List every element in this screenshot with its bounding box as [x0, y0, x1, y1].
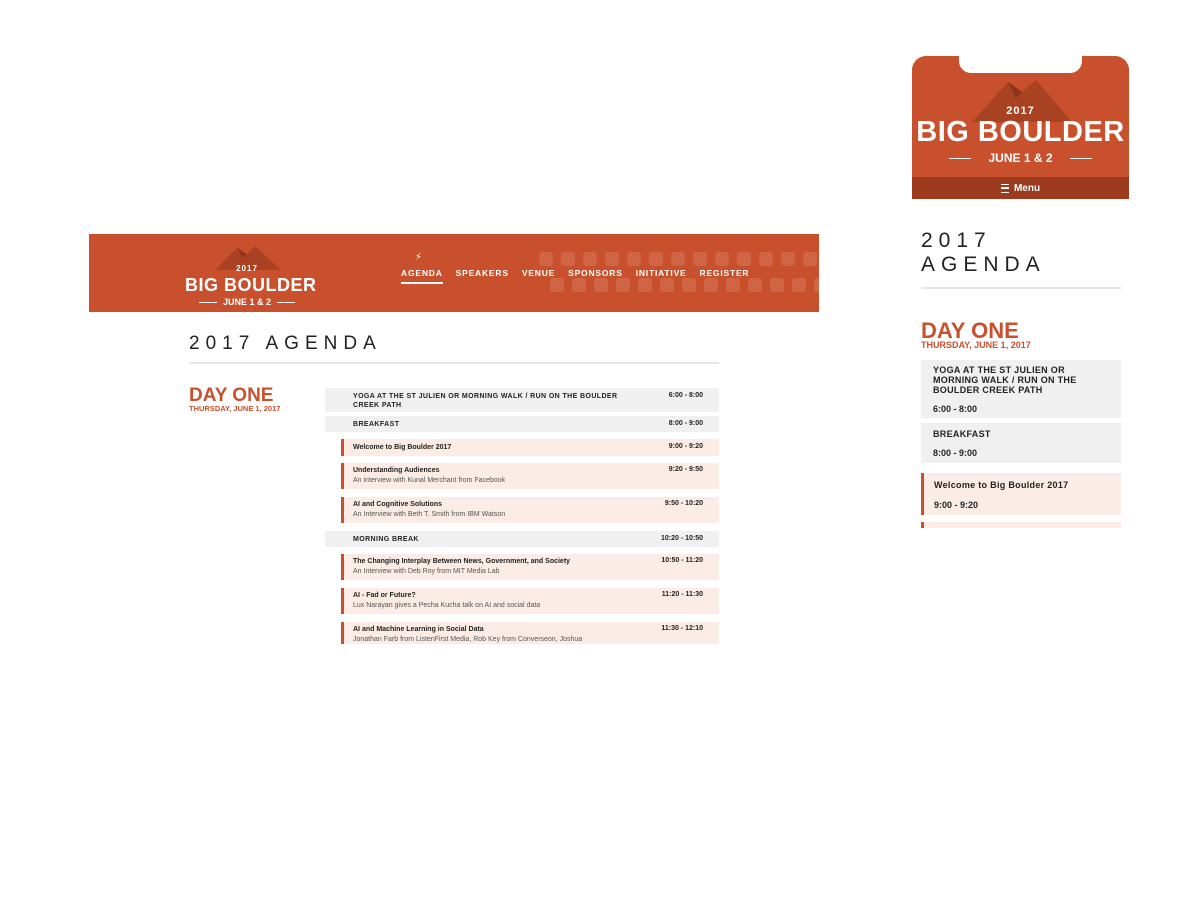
session-time: 11:30 - 12:10 [661, 625, 703, 632]
social-background-icon [814, 278, 819, 292]
session-title: Welcome to Big Boulder 2017 [934, 480, 1069, 490]
schedule-row[interactable]: Welcome to Big Boulder 2017 9:00 - 9:20 [341, 439, 719, 456]
desktop-header: 2017 BIG BOULDER JUNE 1 & 2 ⚡ AGENDA SPE… [89, 234, 819, 312]
session-title: Understanding Audiences [353, 467, 440, 474]
logo-dates: JUNE 1 & 2 [988, 151, 1053, 165]
logo-rule-right [1070, 158, 1092, 159]
logo-rule-right [277, 302, 295, 303]
session-title: MORNING BREAK [353, 536, 419, 543]
social-background-icon [759, 252, 773, 266]
hamburger-icon [1000, 183, 1009, 193]
social-background-icon [803, 252, 817, 266]
session-time: 9:50 - 10:20 [664, 500, 703, 507]
social-background-icon [605, 252, 619, 266]
social-background-icon [715, 252, 729, 266]
nav-register[interactable]: REGISTER [700, 268, 750, 282]
session-time: 10:50 - 11:20 [661, 557, 703, 564]
session-time: 10:20 - 10:50 [660, 535, 703, 542]
session-subtitle: An Interview with Deb Roy from MIT Media… [353, 568, 500, 575]
session-subtitle: Lux Narayan gives a Pecha Kucha talk on … [353, 602, 541, 609]
session-subtitle: An Interview with Beth T. Smith from IBM… [353, 511, 506, 518]
mobile-title-line2: AGENDA [921, 253, 1046, 276]
session-time: 9:00 - 9:20 [668, 443, 703, 450]
social-background-icon [583, 252, 597, 266]
logo-rule-left [199, 302, 217, 303]
social-background-icon [693, 252, 707, 266]
social-background-icon [671, 252, 685, 266]
session-time: 8:00 - 9:00 [668, 420, 703, 427]
session-subtitle: Jonathan Farb from ListenFirst Media, Ro… [353, 636, 583, 643]
mobile-schedule-card[interactable]: YOGA AT THE ST JULIEN OR MORNING WALK / … [921, 360, 1121, 418]
social-background-icon [539, 252, 553, 266]
nav-speakers[interactable]: SPEAKERS [456, 268, 509, 282]
logo-rule-left [949, 158, 971, 159]
logo-name: BIG BOULDER [185, 275, 317, 295]
menu-label: Menu [1013, 182, 1041, 194]
schedule-row[interactable]: MORNING BREAK 10:20 - 10:50 [325, 531, 719, 547]
session-subtitle: An interview with Kunal Merchant from Fa… [353, 477, 506, 484]
schedule-row[interactable]: BREAKFAST 8:00 - 9:00 [325, 416, 719, 432]
session-title: Welcome to Big Boulder 2017 [353, 444, 452, 451]
session-time: 8:00 - 9:00 [933, 448, 978, 458]
session-title: AI and Cognitive Solutions [353, 501, 443, 508]
social-background-icon [627, 252, 641, 266]
session-time: 9:20 - 9:50 [668, 466, 703, 473]
social-background-icon [561, 252, 575, 266]
mobile-agenda-schedule: YOGA AT THE ST JULIEN OR MORNING WALK / … [921, 360, 1121, 528]
session-title: YOGA AT THE ST JULIEN OR MORNING WALK / … [353, 393, 618, 409]
session-time: 6:00 - 8:00 [668, 392, 703, 399]
session-title: AI - Fad or Future? [353, 592, 416, 599]
day-date: THURSDAY, JUNE 1, 2017 [189, 404, 281, 413]
session-time: 11:20 - 11:30 [661, 591, 703, 598]
lightning-icon: ⚡ [415, 252, 423, 263]
social-background-icon [792, 278, 806, 292]
phone-notch [959, 56, 1082, 73]
mobile-schedule-card-partial[interactable] [921, 522, 1121, 528]
agenda-schedule: YOGA AT THE ST JULIEN OR MORNING WALK / … [325, 388, 719, 644]
social-background-icon [748, 278, 762, 292]
mobile-schedule-card[interactable]: BREAKFAST 8:00 - 9:00 [921, 423, 1121, 463]
session-title: BREAKFAST [933, 429, 991, 439]
logo-name: BIG BOULDER [916, 116, 1125, 148]
menu-button[interactable]: Menu [912, 177, 1129, 199]
session-title: The Changing Interplay Between News, Gov… [353, 558, 571, 565]
nav-agenda[interactable]: AGENDA [401, 268, 443, 284]
mobile-header: 2017 BIG BOULDER JUNE 1 & 2 Menu [912, 56, 1129, 199]
mobile-logo[interactable]: 2017 BIG BOULDER JUNE 1 & 2 [912, 72, 1129, 176]
session-title: AI and Machine Learning in Social Data [353, 626, 484, 633]
session-title: BREAKFAST [353, 421, 400, 428]
session-time: 9:00 - 9:20 [934, 500, 979, 510]
logo-year: 2017 [236, 264, 258, 273]
mobile-title-line1: 2017 [921, 229, 992, 252]
page-title: 2017 AGENDA [189, 333, 382, 354]
schedule-row[interactable]: AI and Machine Learning in Social Data J… [341, 622, 719, 644]
schedule-row[interactable]: AI - Fad or Future? Lux Narayan gives a … [341, 588, 719, 614]
social-background-icon [737, 252, 751, 266]
schedule-row[interactable]: YOGA AT THE ST JULIEN OR MORNING WALK / … [325, 388, 719, 412]
mobile-title-divider [921, 287, 1121, 289]
schedule-row[interactable]: The Changing Interplay Between News, Gov… [341, 554, 719, 580]
mobile-schedule-card[interactable]: Welcome to Big Boulder 2017 9:00 - 9:20 [921, 473, 1121, 515]
social-background-icon [781, 252, 795, 266]
mobile-day-date: THURSDAY, JUNE 1, 2017 [921, 340, 1031, 350]
nav-venue[interactable]: VENUE [522, 268, 555, 282]
social-background-icon [649, 252, 663, 266]
schedule-row[interactable]: AI and Cognitive Solutions An Interview … [341, 497, 719, 523]
schedule-row[interactable]: Understanding Audiences An interview wit… [341, 463, 719, 489]
main-nav: AGENDA SPEAKERS VENUE SPONSORS INITIATIV… [401, 268, 750, 284]
nav-initiative[interactable]: INITIATIVE [636, 268, 687, 282]
nav-sponsors[interactable]: SPONSORS [568, 268, 623, 282]
desktop-logo[interactable]: 2017 BIG BOULDER JUNE 1 & 2 [185, 240, 317, 307]
session-time: 6:00 - 8:00 [933, 404, 978, 414]
session-title: YOGA AT THE ST JULIEN OR MORNING WALK / … [933, 365, 1077, 395]
social-background-icon [770, 278, 784, 292]
title-divider [189, 362, 719, 364]
